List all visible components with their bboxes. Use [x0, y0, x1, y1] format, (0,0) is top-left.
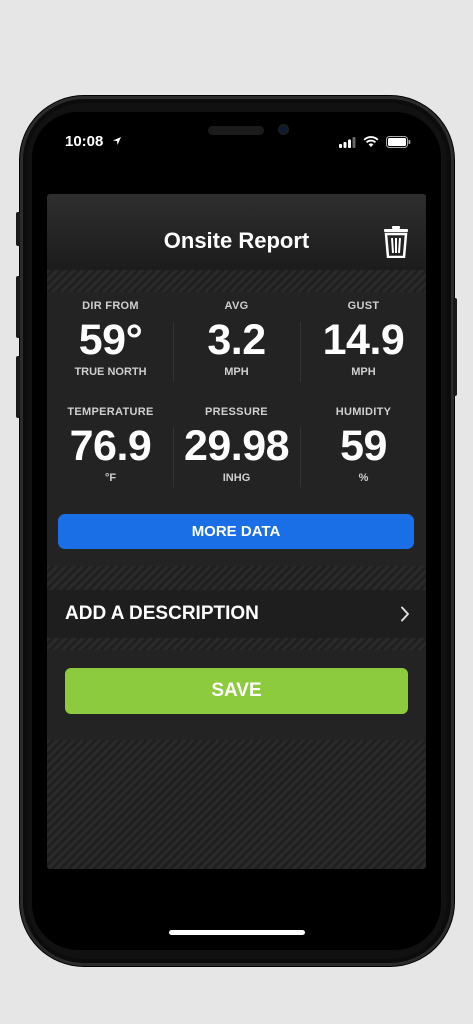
stat-unit: % [358, 472, 369, 484]
battery-icon [386, 136, 411, 148]
volume-up-button [16, 276, 20, 338]
divider [47, 270, 426, 292]
report-panel: Onsite Report DIR FROM 59° TRUE NORTH AV… [47, 194, 426, 869]
stat-unit: MPH [224, 366, 249, 378]
stat-pressure: PRESSURE 29.98 INHG [174, 406, 299, 484]
status-bar: 10:08 [32, 130, 441, 152]
save-area: SAVE [47, 650, 426, 740]
add-description-label: ADD A DESCRIPTION [65, 603, 259, 624]
more-data-button[interactable]: MORE DATA [58, 514, 414, 549]
add-description-row[interactable]: ADD A DESCRIPTION [47, 590, 426, 638]
stat-value: 14.9 [322, 316, 405, 364]
header: Onsite Report [47, 194, 426, 270]
volume-down-button [16, 356, 20, 418]
stat-label: GUST [347, 300, 380, 312]
stat-value: 3.2 [207, 316, 266, 364]
stat-unit: °F [104, 472, 117, 484]
divider [47, 566, 426, 590]
status-time: 10:08 [65, 133, 104, 150]
screen: 10:08 Onsite Report DIR FROM 59° TRUE NO… [32, 112, 441, 950]
stat-humidity: HUMIDITY 59 % [301, 406, 426, 484]
stat-dir-from: DIR FROM 59° TRUE NORTH [48, 300, 173, 378]
home-indicator[interactable] [169, 930, 305, 935]
stat-value: 76.9 [69, 422, 152, 470]
page-title: Onsite Report [163, 228, 310, 253]
trash-icon[interactable] [382, 226, 410, 258]
stat-gust: GUST 14.9 MPH [301, 300, 426, 378]
stat-temperature: TEMPERATURE 76.9 °F [48, 406, 173, 484]
signal-icon [339, 136, 356, 148]
stat-unit: MPH [351, 366, 376, 378]
status-icons [339, 136, 411, 148]
divider [47, 638, 426, 650]
stat-value: 59° [78, 316, 143, 364]
empty-area [47, 740, 426, 869]
location-arrow-icon [113, 137, 121, 145]
stats-grid: DIR FROM 59° TRUE NORTH AVG 3.2 MPH GUST… [47, 292, 426, 502]
stat-unit: INHG [222, 472, 251, 484]
save-button[interactable]: SAVE [65, 668, 408, 714]
power-button [453, 298, 457, 396]
stat-label: PRESSURE [205, 406, 268, 418]
stat-avg: AVG 3.2 MPH [174, 300, 299, 378]
stat-label: TEMPERATURE [67, 406, 154, 418]
stat-value: 59 [340, 422, 387, 470]
stat-value: 29.98 [183, 422, 290, 470]
stat-label: AVG [224, 300, 249, 312]
wifi-icon [363, 136, 379, 147]
stat-label: DIR FROM [82, 300, 139, 312]
chevron-right-icon [401, 606, 409, 622]
mute-switch [16, 212, 20, 246]
stat-label: HUMIDITY [335, 406, 392, 418]
stat-unit: TRUE NORTH [74, 366, 147, 378]
